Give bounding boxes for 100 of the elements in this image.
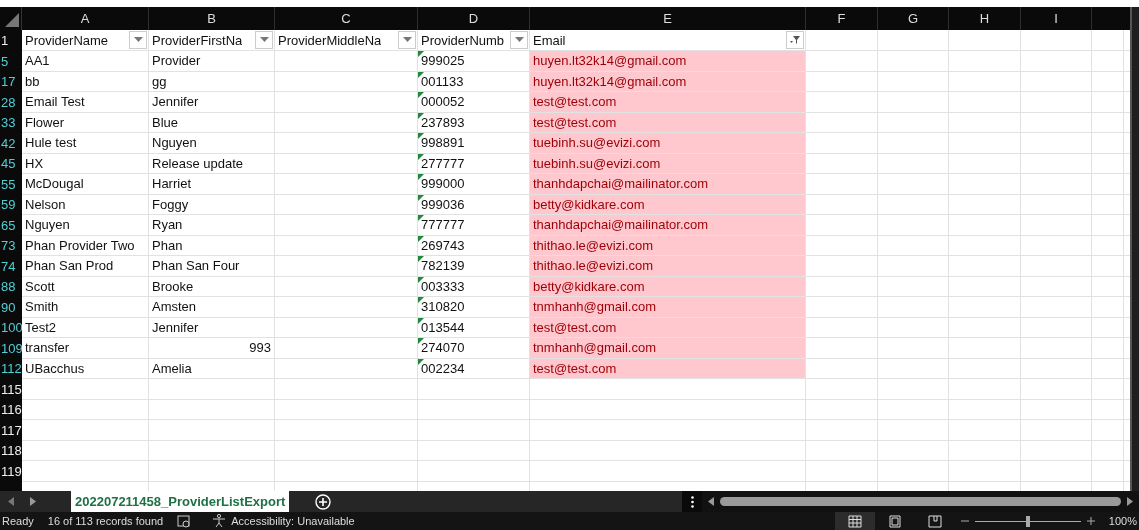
scroll-right-icon[interactable] (1127, 497, 1133, 506)
highlighted-cell: thithao.le@evizi.com (530, 235, 805, 255)
row-header[interactable]: 100 (0, 317, 22, 338)
scroll-left-icon[interactable] (708, 497, 714, 506)
row-header[interactable]: 109 (0, 338, 22, 359)
cell-text: 999000 (421, 176, 465, 192)
status-text: 16 of 113 records found (47, 515, 164, 527)
row-header[interactable]: 88 (0, 276, 22, 297)
normal-view-button[interactable] (834, 512, 875, 530)
filter-dropdown-button[interactable] (398, 31, 416, 49)
column-header[interactable]: H (949, 7, 1021, 30)
row-header[interactable]: 65 (0, 215, 22, 236)
vertical-scrollbar[interactable] (1130, 7, 1139, 491)
column-header[interactable]: I (1021, 7, 1092, 30)
add-sheet-icon[interactable] (315, 493, 332, 510)
row-header[interactable]: 112 (0, 358, 22, 379)
row-header[interactable]: 45 (0, 153, 22, 174)
row-header[interactable]: 116 (0, 399, 22, 420)
zoom-in-button[interactable] (1086, 517, 1095, 525)
previous-sheet-icon[interactable] (8, 497, 14, 506)
row-header[interactable]: 5 (0, 51, 22, 72)
cell-text: Jennifer (152, 94, 199, 110)
sheet-tab[interactable]: 202207211458_ProviderListExport (71, 491, 290, 512)
highlighted-cell: tuebinh.su@evizi.com (530, 133, 805, 153)
cell-text: 782139 (421, 258, 465, 274)
highlighted-cell: test@test.com (530, 112, 805, 132)
zoom-level[interactable]: 100% (1108, 515, 1137, 527)
macro-recording-icon[interactable] (177, 514, 192, 528)
column-title: ProviderMiddleNa (278, 32, 382, 48)
column-header[interactable]: A (22, 7, 149, 30)
row-header[interactable]: 17 (0, 71, 22, 92)
filter-dropdown-button[interactable] (255, 31, 273, 49)
grid-icon (847, 514, 862, 528)
cell-text: Jennifer (152, 319, 199, 335)
row-header[interactable]: 73 (0, 235, 22, 256)
highlighted-cell: betty@kidkare.com (530, 276, 805, 296)
column-header[interactable]: F (806, 7, 878, 30)
cell-text: McDougal (25, 176, 84, 192)
highlighted-cell: tnmhanh@gmail.com (530, 297, 805, 317)
cell-text: 277777 (421, 155, 465, 171)
highlighted-cell: test@test.com (530, 358, 805, 378)
cell-text: HX (25, 155, 44, 171)
accessibility-icon[interactable] (211, 514, 228, 528)
cell-text: 003333 (421, 278, 465, 294)
caret-icon (133, 37, 143, 43)
cell-text: 999036 (421, 196, 465, 212)
more-options-icon[interactable] (682, 491, 702, 512)
row-header[interactable]: 117 (0, 420, 22, 441)
column-header[interactable]: B (149, 7, 275, 30)
row-header[interactable]: 119 (0, 461, 22, 482)
cell-text: Phan (152, 237, 183, 253)
cell-text: 237893 (421, 114, 465, 130)
column-title: ProviderNumb (421, 32, 505, 48)
cell-text: Flower (25, 114, 64, 130)
status-text[interactable]: Accessibility: Unavailable (231, 515, 355, 527)
row-header[interactable]: 1 (0, 30, 22, 51)
filter-dropdown-button[interactable] (510, 31, 528, 49)
caret-icon (402, 37, 412, 43)
page-icon (887, 514, 902, 528)
cell-text: Amelia (152, 360, 192, 376)
column-header[interactable]: C (275, 7, 418, 30)
cell-text: Scott (25, 278, 55, 294)
filter-icon (789, 34, 801, 46)
column-header[interactable]: D (418, 7, 530, 30)
cell-text: Nelson (25, 196, 66, 212)
cell-text: Blue (152, 114, 179, 130)
cell-text: Amsten (152, 299, 197, 315)
highlighted-cell: thithao.le@evizi.com (530, 256, 805, 276)
cell-text: 777777 (421, 217, 465, 233)
cell-text: Phan San Four (152, 258, 240, 274)
cell-text: Foggy (152, 196, 189, 212)
caret-icon (514, 37, 524, 43)
cell-text: 002234 (421, 360, 465, 376)
row-header[interactable]: 74 (0, 256, 22, 277)
column-title: ProviderName (25, 32, 109, 48)
row-header[interactable]: 90 (0, 297, 22, 318)
row-header[interactable]: 55 (0, 174, 22, 195)
cell-text: transfer (25, 340, 70, 356)
horizontal-scrollbar[interactable] (702, 491, 1139, 512)
cell-text: 310820 (421, 299, 465, 315)
cell-text: Hule test (25, 135, 77, 151)
column-header[interactable]: E (530, 7, 806, 30)
scrollbar-thumb[interactable] (720, 497, 1121, 506)
row-header[interactable]: 59 (0, 194, 22, 215)
next-sheet-icon[interactable] (30, 497, 36, 506)
filter-dropdown-button[interactable] (129, 31, 147, 49)
cell-text: AA1 (25, 53, 50, 69)
row-header[interactable]: 42 (0, 133, 22, 154)
cell-text: Brooke (152, 278, 194, 294)
row-header[interactable]: 33 (0, 112, 22, 133)
column-header[interactable]: G (878, 7, 949, 30)
cell-text: Ryan (152, 217, 183, 233)
filter-dropdown-button[interactable] (786, 31, 804, 49)
row-header[interactable]: 118 (0, 440, 22, 461)
caret-icon (259, 37, 269, 43)
row-header[interactable]: 28 (0, 92, 22, 113)
slider-thumb[interactable] (1025, 515, 1030, 527)
cell-text: 000052 (421, 94, 465, 110)
row-header[interactable]: 115 (0, 379, 22, 400)
cell-text: Harriet (152, 176, 191, 192)
